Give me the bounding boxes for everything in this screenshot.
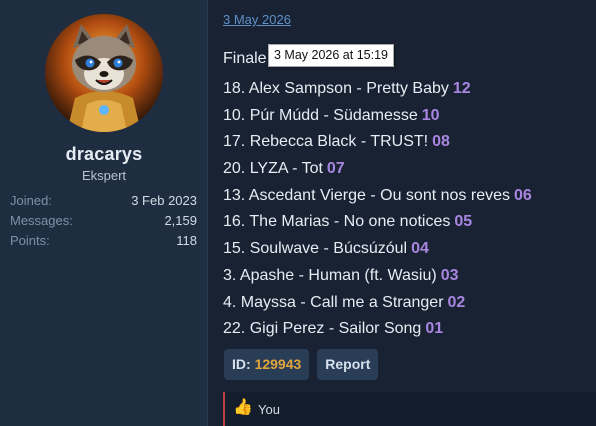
entry-text: 22. Gigi Perez - Sailor Song (223, 320, 422, 338)
points-value: 12 (452, 80, 471, 97)
entry-text: 15. Soulwave - Búcsúzóul (223, 240, 408, 258)
list-item: 13. Ascedant Vierge - Ou sont nos reves 0… (223, 184, 532, 211)
post-heading: Finale (223, 50, 267, 67)
reactions-bar[interactable]: 👍 You (223, 392, 596, 426)
raccoon-avatar-icon (45, 14, 163, 132)
reactions-text[interactable]: You (258, 402, 280, 417)
list-item: 17. Rebecca Black - TRUST! 08 (223, 130, 532, 157)
list-item: 3. Apashe - Human (ft. Wasiu) 03 (223, 264, 532, 291)
report-button[interactable]: Report (317, 349, 379, 380)
list-item: 18. Alex Sampson - Pretty Baby 12 (223, 77, 532, 104)
list-item: 4. Mayssa - Call me a Stranger 02 (223, 291, 532, 318)
avatar[interactable] (45, 14, 163, 132)
list-item: 15. Soulwave - Búcsúzóul 04 (223, 237, 532, 264)
date-tooltip: 3 May 2026 at 15:19 (268, 44, 394, 67)
list-item: 10. Púr Múdd - Südamesse 10 (223, 104, 532, 131)
stat-row-points: Points: 118 (10, 233, 197, 253)
stat-label: Joined: (10, 193, 52, 208)
post-id-label: ID: (232, 356, 251, 372)
stat-value[interactable]: 118 (176, 233, 197, 253)
points-value: 01 (425, 320, 444, 338)
stat-row-joined: Joined: 3 Feb 2023 (10, 193, 197, 213)
points-value: 06 (513, 186, 532, 204)
entry-text: 20. LYZA - Tot (223, 160, 323, 178)
points-value: 04 (411, 240, 429, 258)
points-value: 02 (447, 293, 466, 311)
points-value: 05 (454, 213, 473, 231)
points-value: 07 (326, 160, 345, 178)
entry-text: 13. Ascedant Vierge - Ou sont nos reves (223, 186, 510, 204)
entry-text: 4. Mayssa - Call me a Stranger (223, 293, 444, 311)
stat-label: Points: (10, 233, 50, 248)
entry-text: 3. Apashe - Human (ft. Wasiu) (223, 266, 437, 284)
ranking-list: 18. Alex Sampson - Pretty Baby 12 10. Púr… (223, 77, 532, 344)
post-id-value: 129943 (254, 356, 302, 372)
points-value: 08 (432, 133, 450, 151)
post-id-button[interactable]: ID: 129943 (224, 349, 310, 380)
stat-value[interactable]: 2,159 (164, 213, 197, 233)
entry-text: 10. Púr Múdd - Südamesse (223, 106, 418, 124)
entry-text: 17. Rebecca Black - TRUST! (223, 133, 429, 151)
user-title: Ekspert (81, 168, 127, 183)
user-stats: Joined: 3 Feb 2023 Messages: 2,159 Point… (10, 193, 197, 253)
list-item: 22. Gigi Perez - Sailor Song 01 (223, 317, 532, 344)
entry-text: 16. The Marias - No one notices (223, 213, 451, 231)
username[interactable]: dracarys (0, 144, 208, 165)
entry-text: 18. Alex Sampson - Pretty Baby (223, 80, 449, 97)
stat-value: 3 Feb 2023 (131, 193, 197, 208)
post-date-link[interactable]: 3 May 2026 (223, 12, 291, 27)
list-item: 16. The Marias - No one notices 05 (223, 210, 532, 237)
list-item: 20. LYZA - Tot 07 (223, 157, 532, 184)
post-actions: ID: 129943 Report (224, 349, 379, 380)
points-value: 10 (421, 106, 440, 124)
user-info-panel: dracarys Ekspert Joined: 3 Feb 2023 Mess… (0, 0, 208, 426)
points-value: 03 (440, 266, 459, 284)
stat-row-messages: Messages: 2,159 (10, 213, 197, 233)
thumbs-up-icon: 👍 (233, 399, 253, 416)
forum-post: dracarys Ekspert Joined: 3 Feb 2023 Mess… (0, 0, 596, 426)
stat-label: Messages: (10, 213, 73, 228)
